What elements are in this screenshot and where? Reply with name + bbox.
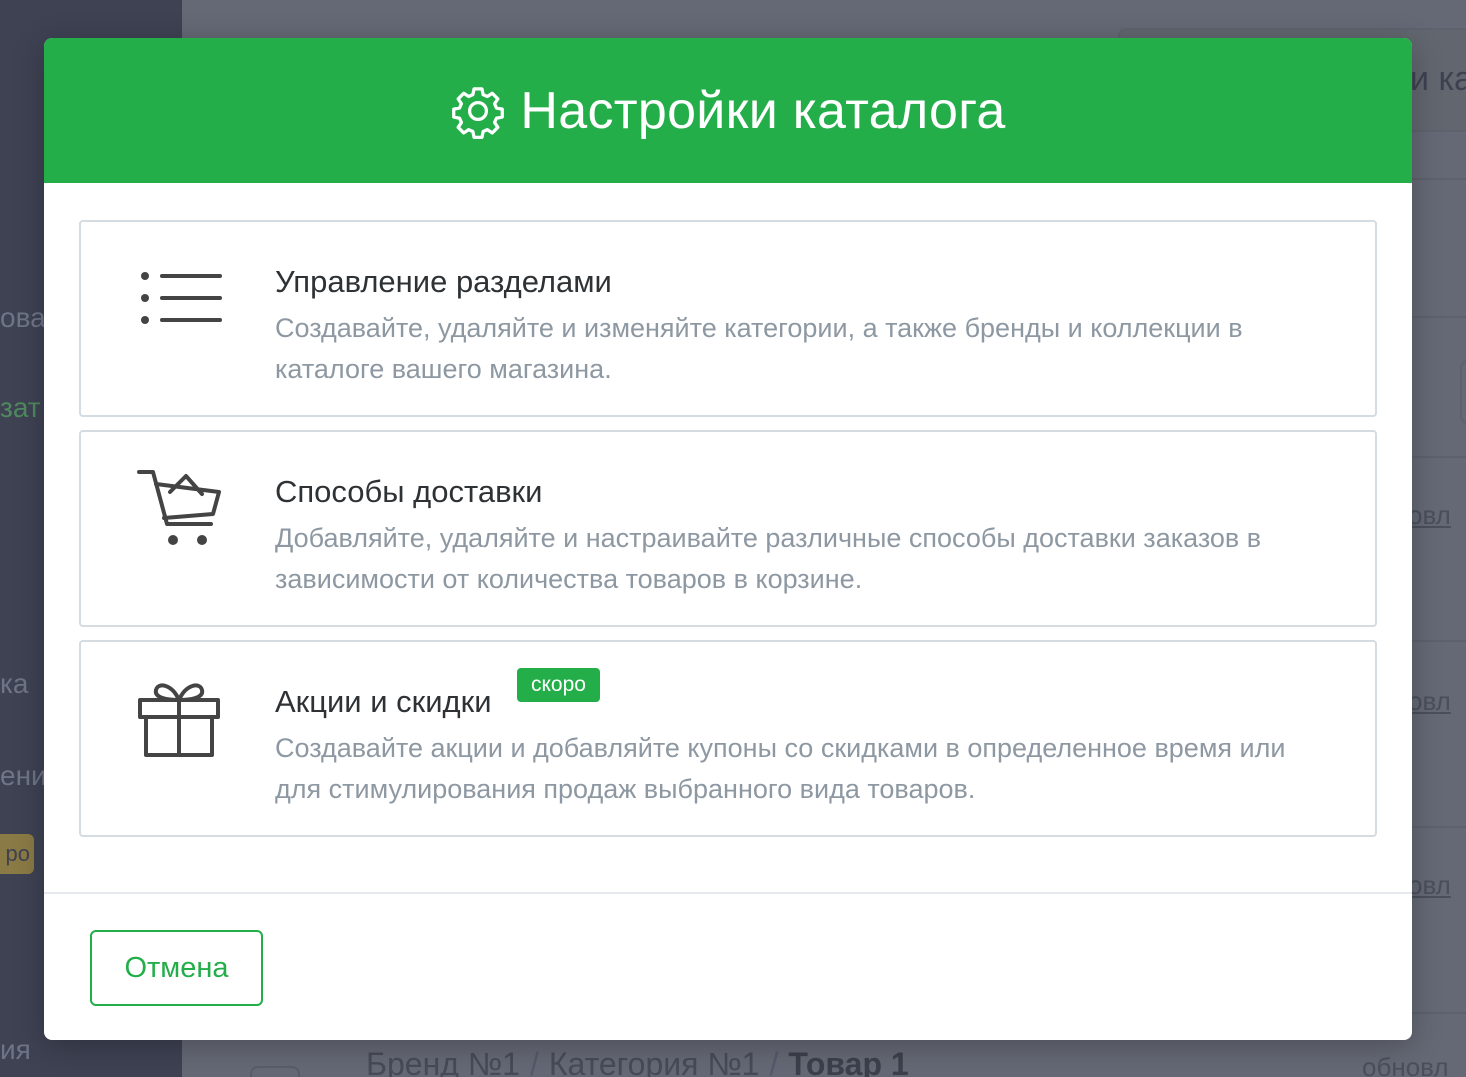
modal-title: Настройки каталога <box>520 81 1006 140</box>
background-breadcrumb-category: Категория №1 <box>548 1046 760 1077</box>
card-description: Создавайте акции и добавляйте купоны со … <box>275 733 1286 804</box>
background-breadcrumb: Бренд №1 / Категория №1 / Товар 1 <box>366 1046 909 1077</box>
cart-icon <box>136 466 222 552</box>
background-input-box <box>1460 360 1466 424</box>
delivery-methods-card[interactable]: Способы доставки Добавляйте, удаляйте и … <box>79 430 1377 627</box>
background-sidebar-badge: ро <box>0 834 34 874</box>
page: ова зат ка ени ро ия и ка овл овл овл об… <box>0 0 1466 1077</box>
background-row-link: овл <box>1408 686 1451 716</box>
background-row-link: овл <box>1408 870 1451 900</box>
catalog-settings-modal: Настройки каталога Управление разделами … <box>44 38 1412 1040</box>
card-title: Способы доставки <box>275 474 543 509</box>
cancel-button[interactable]: Отмена <box>90 930 263 1006</box>
background-thumbnail <box>250 1066 300 1077</box>
background-row-link: овл <box>1408 500 1451 530</box>
card-title: Акции и скидки <box>275 684 492 719</box>
background-breadcrumb-separator: / <box>529 1046 539 1077</box>
background-sidebar-item: ова <box>0 302 46 333</box>
modal-footer: Отмена <box>44 892 1412 1040</box>
background-sidebar-item: ка <box>0 668 29 699</box>
sections-management-card[interactable]: Управление разделами Создавайте, удаляйт… <box>79 220 1377 417</box>
gear-icon <box>450 83 506 139</box>
background-sidebar-item: зат <box>0 392 41 423</box>
background-sidebar-item: ени <box>0 760 47 791</box>
card-title: Управление разделами <box>275 264 612 299</box>
background-sidebar-item: ия <box>0 1034 31 1065</box>
gift-icon <box>136 676 222 762</box>
coming-soon-badge: скоро <box>517 668 600 702</box>
modal-header: Настройки каталога <box>44 38 1412 183</box>
background-header-text: и ка <box>1410 60 1466 98</box>
list-icon <box>136 256 222 342</box>
background-breadcrumb-product: Товар 1 <box>788 1046 909 1077</box>
card-description: Создавайте, удаляйте и изменяйте категор… <box>275 313 1243 384</box>
modal-body: Управление разделами Создавайте, удаляйт… <box>44 183 1412 837</box>
background-row-link: обновл <box>1362 1052 1449 1077</box>
promotions-discounts-card[interactable]: Акции и скидки скоро Создавайте акции и … <box>79 640 1377 837</box>
background-breadcrumb-brand: Бренд №1 <box>366 1046 520 1077</box>
background-breadcrumb-separator: / <box>769 1046 779 1077</box>
card-description: Добавляйте, удаляйте и настраивайте разл… <box>275 523 1262 594</box>
